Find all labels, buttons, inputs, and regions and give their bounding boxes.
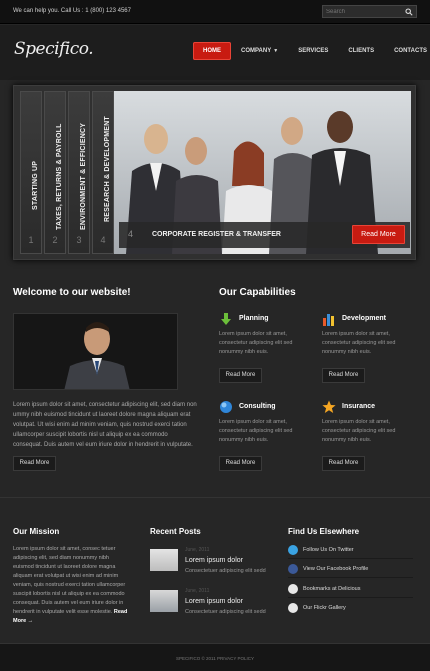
nav-item-home[interactable]: HOME xyxy=(193,42,231,60)
header: Specifico. HOME COMPANY ▼ SERVICES CLIENT… xyxy=(0,25,430,80)
capability-text: Lorem ipsum dolor sit amet, consectetur … xyxy=(219,331,293,355)
social-link-facebook[interactable]: View Our Facebook Profile xyxy=(288,564,413,578)
slider-tabs: STARTING UP 1 TAXES, RETURNS & PAYROLL 2… xyxy=(20,91,114,254)
top-bar: We can help you. Call Us : 1 (800) 123 4… xyxy=(0,0,430,24)
welcome-read-more-button[interactable]: Read More xyxy=(13,456,56,471)
nav-item-company[interactable]: COMPANY ▼ xyxy=(231,42,288,60)
capability-read-more-button[interactable]: Read More xyxy=(322,368,365,383)
capability-read-more-button[interactable]: Read More xyxy=(219,456,262,471)
arrow-down-icon xyxy=(221,313,231,325)
post-excerpt: Consectetuer adipiscing elit sedd xyxy=(185,609,266,615)
find-us-title: Find Us Elsewhere xyxy=(288,527,360,536)
business-team-photo: 4 CORPORATE REGISTER & TRANSFER Read Mor… xyxy=(114,91,411,254)
slider-tab-label: STARTING UP xyxy=(32,160,39,210)
section-divider xyxy=(0,497,430,498)
post-title[interactable]: Lorem ipsum dolor xyxy=(185,557,243,564)
post-excerpt: Consectetuer adipiscing elit sedd xyxy=(185,568,266,574)
social-label: Bookmarks at Delicious xyxy=(303,586,361,592)
slide-number: 4 xyxy=(128,229,134,239)
social-link-flickr[interactable]: Our Flickr Gallery xyxy=(288,603,413,617)
hero-slider: STARTING UP 1 TAXES, RETURNS & PAYROLL 2… xyxy=(13,85,416,260)
capability-text: Lorem ipsum dolor sit amet, consectetur … xyxy=(322,419,396,443)
capability-name: Consulting xyxy=(239,403,276,410)
capability-read-more-button[interactable]: Read More xyxy=(322,456,365,471)
facebook-icon xyxy=(288,564,298,574)
help-phone-text: We can help you. Call Us : 1 (800) 123 4… xyxy=(13,8,131,14)
capability-read-more-button[interactable]: Read More xyxy=(219,368,262,383)
slider-tab[interactable]: STARTING UP 1 xyxy=(20,91,42,254)
search-icon[interactable] xyxy=(405,8,413,16)
recent-posts-title: Recent Posts xyxy=(150,527,201,536)
search-input[interactable] xyxy=(326,7,404,17)
twitter-icon xyxy=(288,545,298,555)
slider-tab[interactable]: ENVIRONMENT & EFFICIENCY 3 xyxy=(68,91,90,254)
recent-post[interactable]: June, 2011 Lorem ipsum dolor Consectetue… xyxy=(150,588,275,620)
welcome-text: Lorem ipsum dolor sit amet, consectetur … xyxy=(13,402,197,448)
globe-icon xyxy=(220,401,232,413)
nav-item-contacts[interactable]: CONTACTS xyxy=(384,42,430,60)
capability-consulting: Consulting Lorem ipsum dolor sit amet, c… xyxy=(219,400,314,480)
bar-chart-icon xyxy=(323,314,334,326)
post-date: June, 2011 xyxy=(185,547,210,553)
search-box[interactable] xyxy=(322,5,417,18)
businessman-portrait xyxy=(13,313,178,390)
slider-tab-number: 3 xyxy=(76,235,82,245)
site-logo[interactable]: Specifico. xyxy=(14,39,94,59)
capability-name: Insurance xyxy=(342,403,376,410)
slider-tab[interactable]: TAXES, RETURNS & PAYROLL 2 xyxy=(44,91,66,254)
chevron-down-icon: ▼ xyxy=(273,48,279,54)
capability-insurance: Insurance Lorem ipsum dolor sit amet, co… xyxy=(322,400,417,480)
slide-caption: 4 CORPORATE REGISTER & TRANSFER Read Mor… xyxy=(119,222,410,248)
nav-item-services[interactable]: SERVICES xyxy=(288,42,338,60)
copyright-text: SPECIFICO © 2011 PRIVACY POLICY xyxy=(175,656,255,661)
post-date: June, 2011 xyxy=(185,588,210,594)
flickr-icon xyxy=(288,603,298,613)
capability-name: Development xyxy=(342,315,386,322)
slider-tab-label: RESEARCH & DEVELOPMENT xyxy=(104,116,111,222)
delicious-icon xyxy=(288,584,298,594)
slider-tab-number: 2 xyxy=(52,235,58,245)
main-nav: HOME COMPANY ▼ SERVICES CLIENTS CONTACTS xyxy=(193,42,430,60)
social-label: Our Flickr Gallery xyxy=(303,605,346,611)
capability-planning: Planning Lorem ipsum dolor sit amet, con… xyxy=(219,312,314,392)
slider-tab-label: ENVIRONMENT & EFFICIENCY xyxy=(80,122,87,230)
slide-title: CORPORATE REGISTER & TRANSFER xyxy=(152,231,281,238)
slide-read-more-button[interactable]: Read More xyxy=(352,225,405,244)
mission-title: Our Mission xyxy=(13,527,60,536)
social-link-twitter[interactable]: Follow Us On Twitter xyxy=(288,545,413,559)
post-thumbnail xyxy=(150,590,178,612)
capability-development: Development Lorem ipsum dolor sit amet, … xyxy=(322,312,417,392)
post-thumbnail xyxy=(150,549,178,571)
arrow-right-icon: → xyxy=(27,618,34,624)
social-label: Follow Us On Twitter xyxy=(303,547,354,553)
social-label: View Our Facebook Profile xyxy=(303,566,369,572)
post-title[interactable]: Lorem ipsum dolor xyxy=(185,598,243,605)
mission-text: Lorem ipsum dolor sit amet, consec tetue… xyxy=(13,546,128,624)
star-icon xyxy=(322,400,336,413)
slider-tab-number: 1 xyxy=(28,235,34,245)
capability-name: Planning xyxy=(239,315,269,322)
capability-text: Lorem ipsum dolor sit amet, consectetur … xyxy=(219,419,293,443)
slider-tab-number: 4 xyxy=(100,235,106,245)
footer-bar: SPECIFICO © 2011 PRIVACY POLICY xyxy=(0,643,430,671)
capability-text: Lorem ipsum dolor sit amet, consectetur … xyxy=(322,331,396,355)
nav-item-clients[interactable]: CLIENTS xyxy=(338,42,384,60)
slider-tab-label: TAXES, RETURNS & PAYROLL xyxy=(56,123,63,230)
slider-tab[interactable]: RESEARCH & DEVELOPMENT 4 xyxy=(92,91,114,254)
social-link-delicious[interactable]: Bookmarks at Delicious xyxy=(288,584,413,598)
welcome-title: Welcome to our website! xyxy=(13,287,131,298)
recent-post[interactable]: June, 2011 Lorem ipsum dolor Consectetue… xyxy=(150,547,275,579)
capabilities-title: Our Capabilities xyxy=(219,287,296,298)
